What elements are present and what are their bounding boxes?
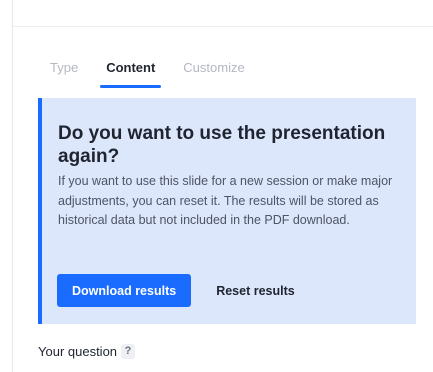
help-icon[interactable]: ? [121,344,136,359]
callout-actions: Download results Reset results [57,274,295,307]
reset-presentation-callout: Do you want to use the presentation agai… [38,98,416,324]
callout-body: If you want to use this slide for a new … [58,174,393,227]
tab-customize[interactable]: Customize [183,60,244,88]
tab-type[interactable]: Type [50,60,78,88]
download-results-button[interactable]: Download results [57,274,192,307]
tab-content[interactable]: Content [100,60,162,88]
top-divider [13,26,433,27]
your-question-row: Your question ? [38,344,136,359]
your-question-label: Your question [38,344,118,359]
callout-title: Do you want to use the presentation agai… [58,123,386,167]
reset-results-button[interactable]: Reset results [216,274,295,307]
tab-bar: Type Content Customize [50,60,273,88]
